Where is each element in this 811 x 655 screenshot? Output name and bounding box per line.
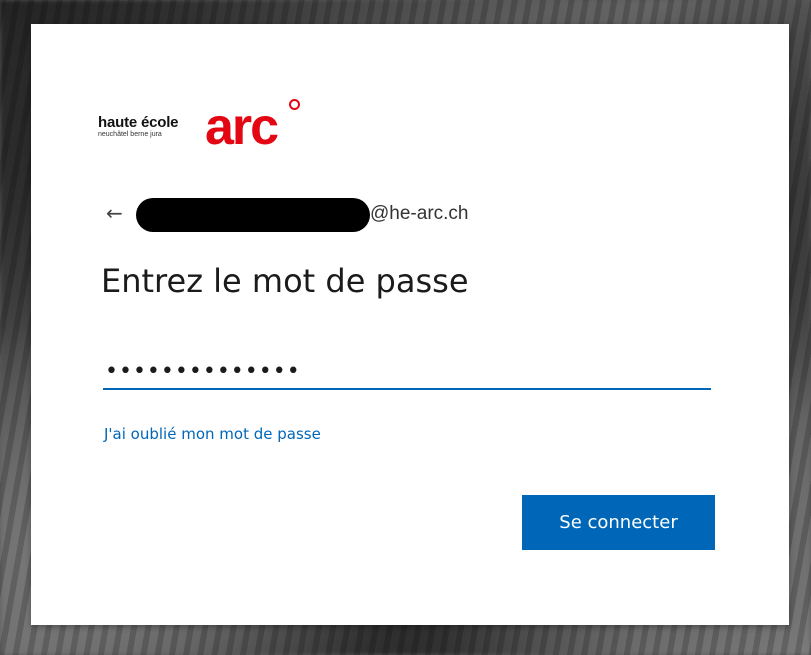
- logo: haute école neuchâtel berne jura arc: [98, 99, 328, 157]
- logo-line2: neuchâtel berne jura: [98, 131, 162, 138]
- page-title: Entrez le mot de passe: [101, 262, 469, 300]
- email-domain: @he-arc.ch: [370, 203, 469, 224]
- forgot-password-link[interactable]: J'ai oublié mon mot de passe: [104, 425, 321, 443]
- signin-card: haute école neuchâtel berne jura arc ← @…: [31, 24, 789, 625]
- logo-line1: haute école: [98, 114, 179, 131]
- redacted-username: [136, 198, 370, 232]
- logo-text: haute école neuchâtel berne jura: [98, 114, 179, 139]
- signin-button[interactable]: Se connecter: [522, 495, 715, 550]
- password-input[interactable]: [103, 354, 711, 390]
- logo-ring-icon: [289, 99, 300, 110]
- logo-brand: arc: [205, 98, 279, 156]
- arrow-left-icon[interactable]: ←: [106, 201, 123, 225]
- identity-banner: ← @he-arc.ch: [106, 198, 526, 232]
